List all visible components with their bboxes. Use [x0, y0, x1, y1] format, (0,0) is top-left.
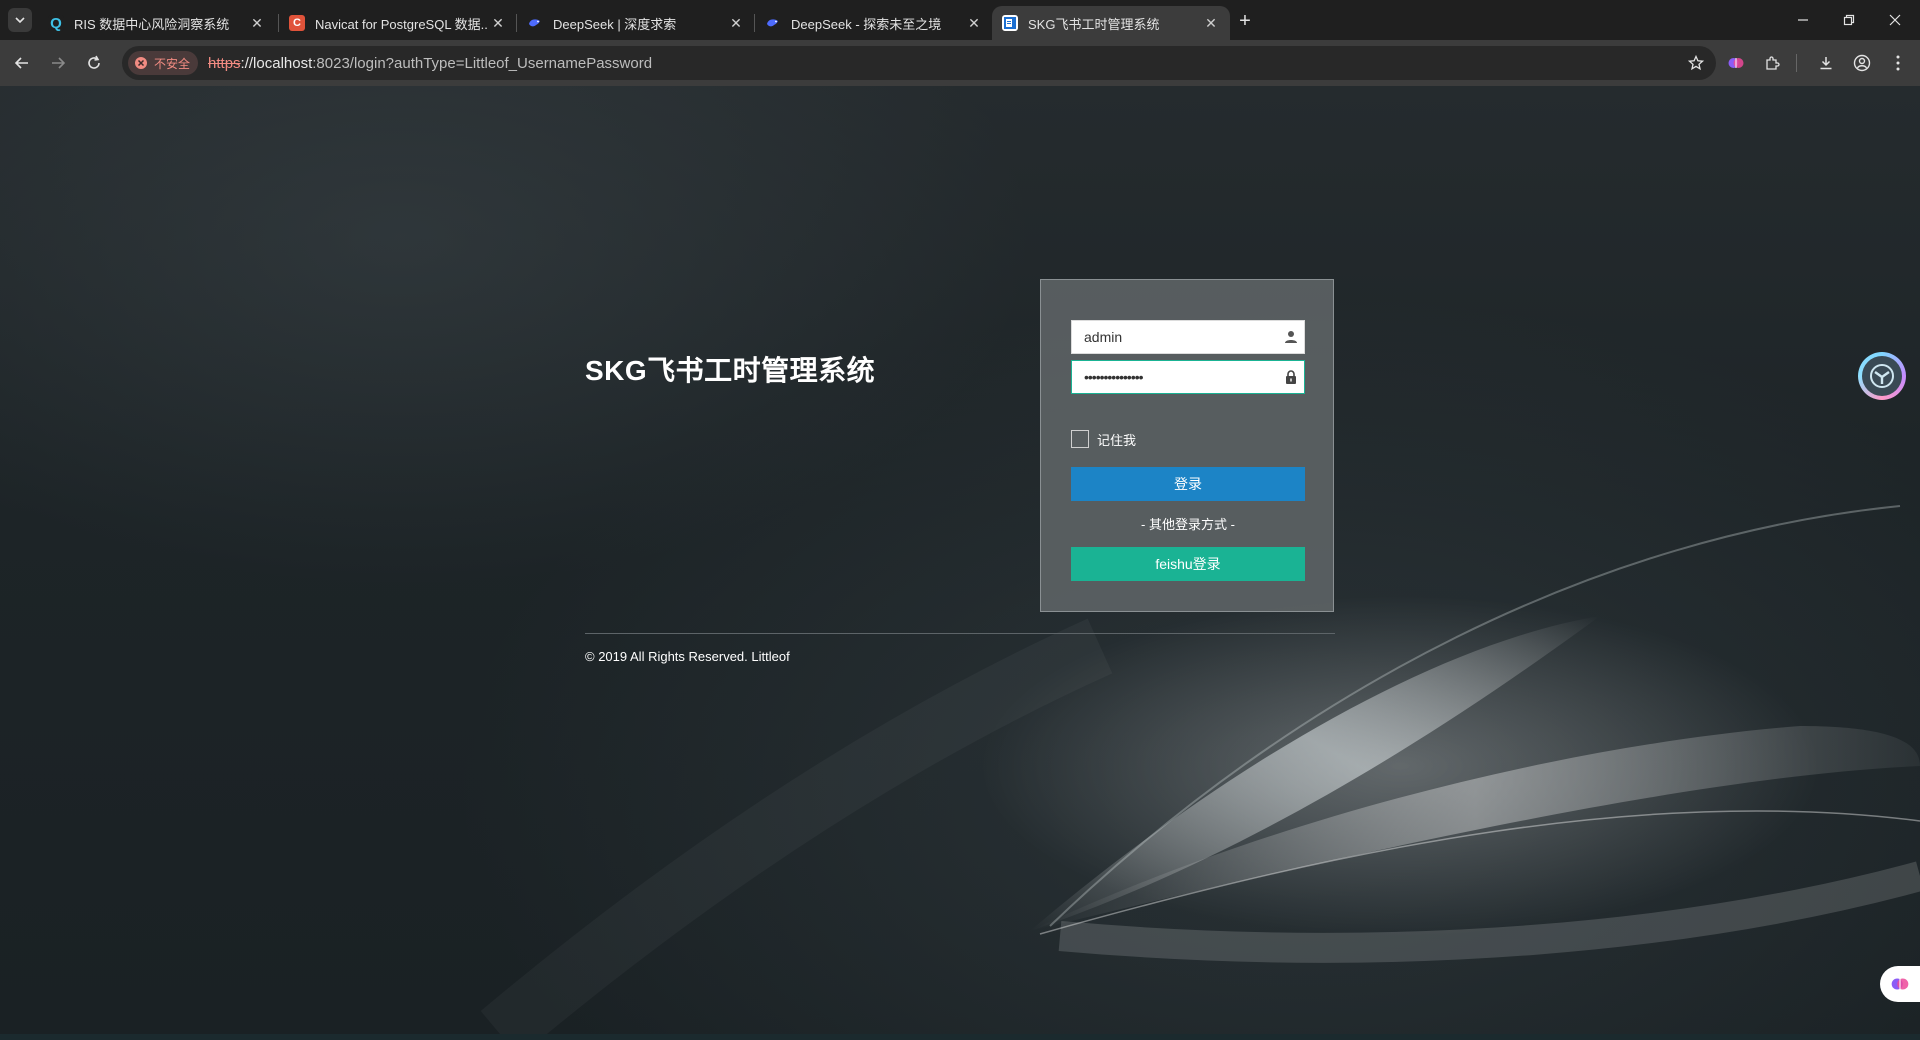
- new-tab-button[interactable]: +: [1232, 8, 1258, 34]
- remember-me-checkbox[interactable]: [1071, 430, 1089, 448]
- deepseek-whale-icon: [527, 15, 543, 31]
- extensions-button[interactable]: [1758, 49, 1786, 77]
- browser-menu-button[interactable]: [1884, 49, 1912, 77]
- password-input[interactable]: [1072, 361, 1277, 393]
- ris-logo-icon: Q: [48, 15, 64, 32]
- star-icon: [1688, 55, 1704, 71]
- other-login-methods-label: - 其他登录方式 -: [1141, 517, 1235, 532]
- minimize-icon: [1798, 19, 1808, 21]
- security-label: 不安全: [154, 56, 191, 71]
- brain-icon: [1891, 978, 1909, 990]
- back-button[interactable]: [8, 49, 36, 77]
- tab-title: Navicat for PostgreSQL 数据...: [315, 16, 489, 32]
- toolbar-separator: [1796, 54, 1797, 72]
- taskbar-edge: [0, 1034, 1920, 1040]
- reload-icon: [88, 55, 100, 69]
- assistant-logo-icon: [1870, 364, 1894, 388]
- downloads-button[interactable]: [1812, 49, 1840, 77]
- close-icon[interactable]: ✕: [965, 14, 983, 32]
- warning-icon: [135, 57, 147, 69]
- close-icon: [1889, 14, 1901, 26]
- forward-button[interactable]: [44, 49, 72, 77]
- footer-divider: [585, 633, 1335, 634]
- feishu-login-button[interactable]: feishu登录: [1071, 547, 1305, 581]
- browser-tab-deepseek-1[interactable]: DeepSeek | 深度求索 ✕: [517, 6, 755, 40]
- plus-icon: +: [1239, 9, 1251, 32]
- bookmark-button[interactable]: [1682, 49, 1710, 77]
- tab-title: DeepSeek - 探索未至之境: [791, 16, 942, 32]
- more-vertical-icon: [1896, 55, 1900, 71]
- download-icon: [1820, 57, 1832, 70]
- puzzle-icon: [1766, 56, 1780, 70]
- close-icon[interactable]: ✕: [727, 14, 745, 32]
- login-button[interactable]: 登录: [1071, 467, 1305, 501]
- ai-extension-button[interactable]: [1722, 49, 1750, 77]
- security-indicator[interactable]: 不安全: [128, 51, 199, 75]
- copyright-text: © 2019 All Rights Reserved. Littleof: [585, 649, 790, 664]
- close-icon[interactable]: ✕: [1202, 14, 1220, 32]
- close-window-button[interactable]: [1872, 0, 1918, 40]
- url-host: ://localhost: [240, 54, 313, 72]
- profile-button[interactable]: [1848, 49, 1876, 77]
- brain-icon: [1728, 58, 1744, 68]
- browser-tab-skg-active[interactable]: SKG飞书工时管理系统 ✕: [992, 6, 1230, 40]
- restore-icon: [1843, 14, 1855, 26]
- user-icon: [1277, 321, 1304, 353]
- arrow-right-icon: [52, 57, 66, 69]
- arrow-left-icon: [14, 57, 28, 69]
- chevron-down-icon: [15, 17, 25, 24]
- browser-tab-ris[interactable]: Q RIS 数据中心风险洞察系统 ✕: [38, 6, 276, 40]
- remember-me[interactable]: 记住我: [1071, 430, 1136, 448]
- deepseek-whale-icon: [765, 15, 781, 31]
- background-swoosh-image: [480, 505, 1920, 1034]
- browser-toolbar: 不安全 https://localhost:8023/login?authTyp…: [0, 40, 1920, 86]
- password-field[interactable]: [1071, 360, 1305, 394]
- close-icon[interactable]: ✕: [248, 14, 266, 32]
- address-bar[interactable]: 不安全 https://localhost:8023/login?authTyp…: [122, 46, 1716, 80]
- username-field[interactable]: [1071, 320, 1305, 354]
- username-input[interactable]: [1072, 321, 1277, 353]
- floating-assistant-button[interactable]: [1858, 352, 1906, 400]
- site-favicon-icon: [1002, 15, 1018, 31]
- browser-tab-strip: Q RIS 数据中心风险洞察系统 ✕ C Navicat for Postgre…: [0, 0, 1920, 40]
- close-icon[interactable]: ✕: [489, 14, 507, 32]
- login-form: 记住我 登录 - 其他登录方式 - feishu登录: [1040, 279, 1334, 612]
- account-icon: [1853, 54, 1871, 72]
- restore-button[interactable]: [1826, 0, 1872, 40]
- tab-title: SKG飞书工时管理系统: [1028, 16, 1160, 32]
- reload-button[interactable]: [80, 49, 108, 77]
- browser-tab-navicat[interactable]: C Navicat for PostgreSQL 数据... ✕: [279, 6, 517, 40]
- lock-icon: [1277, 361, 1304, 393]
- login-page: SKG飞书工时管理系统 记住我 登录 - 其他登录方式 - feishu登录 ©…: [0, 86, 1920, 1034]
- url-scheme: https: [208, 54, 241, 72]
- system-title: SKG飞书工时管理系统: [585, 355, 876, 386]
- ai-sidebar-toggle[interactable]: [1880, 966, 1920, 1002]
- navicat-logo-icon: C: [289, 15, 305, 31]
- browser-tab-deepseek-2[interactable]: DeepSeek - 探索未至之境 ✕: [755, 6, 993, 40]
- url-path: :8023/login?authType=Littleof_UsernamePa…: [312, 54, 653, 72]
- tab-title: RIS 数据中心风险洞察系统: [74, 16, 230, 32]
- tab-title: DeepSeek | 深度求索: [553, 16, 677, 32]
- minimize-button[interactable]: [1780, 0, 1826, 40]
- tab-search-button[interactable]: [8, 8, 32, 32]
- remember-me-label: 记住我: [1097, 432, 1137, 448]
- url-text: https://localhost:8023/login?authType=Li…: [208, 55, 652, 72]
